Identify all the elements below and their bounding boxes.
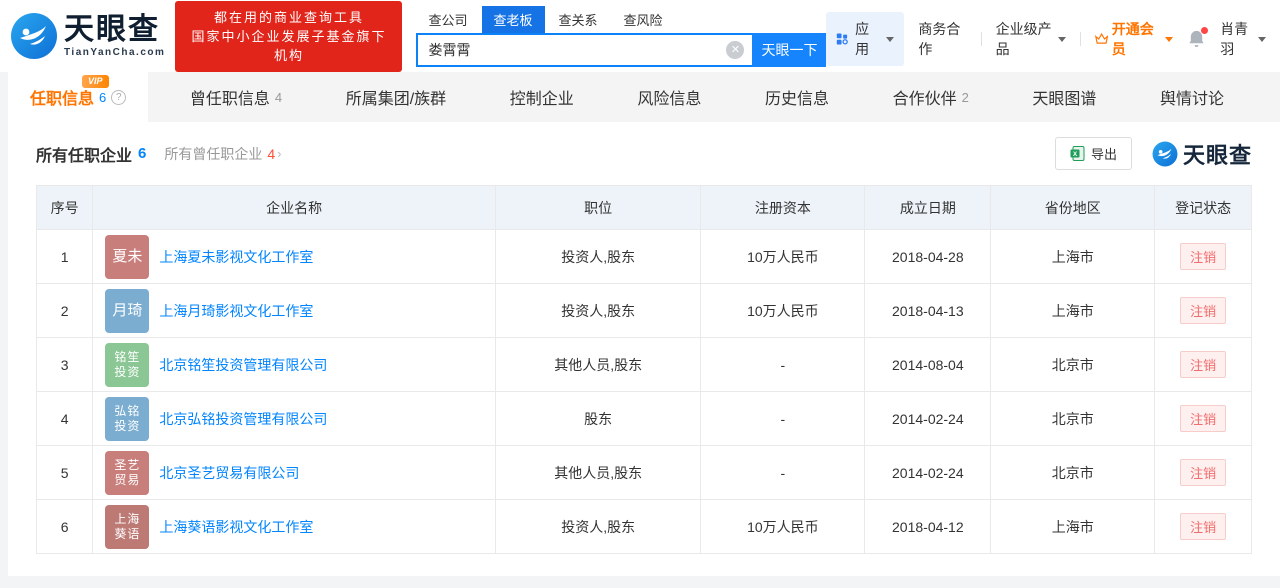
tab-controlled-companies[interactable]: 控制企业 — [488, 72, 596, 122]
chevron-down-icon — [1165, 36, 1174, 42]
status-badge: 注销 — [1180, 513, 1227, 540]
status-badge: 注销 — [1180, 405, 1227, 432]
tianyancha-logo-icon — [11, 13, 57, 59]
tianyancha-watermark-icon — [1152, 141, 1178, 166]
divider — [1079, 32, 1081, 46]
profile-tabbar: VIP 任职信息 6 ? 曾任职信息 4 所属集团/族群 控制企业 风险信息 历史信… — [8, 72, 1280, 122]
search-tabs: 查公司 查老板 查关系 查风险 — [416, 5, 826, 33]
past-companies-link[interactable]: 所有曾任职企业 4 › — [164, 144, 281, 164]
notification-dot — [1201, 27, 1209, 34]
username: 肖青羽 — [1220, 21, 1249, 57]
tab-past-positions[interactable]: 曾任职信息 4 — [168, 72, 304, 122]
tab-group-cluster[interactable]: 所属集团/族群 — [324, 72, 468, 122]
company-link[interactable]: 上海葵语影视文化工作室 — [159, 517, 313, 537]
company-logo[interactable]: 铭笙 投资 — [105, 342, 150, 387]
col-capital: 注册资本 — [700, 185, 865, 230]
content-shell: VIP 任职信息 6 ? 曾任职信息 4 所属集团/族群 控制企业 风险信息 历史信… — [8, 72, 1280, 576]
company-link[interactable]: 北京弘铭投资管理有限公司 — [159, 409, 327, 429]
company-link[interactable]: 上海月琦影视文化工作室 — [159, 301, 313, 321]
svg-text:X: X — [1073, 151, 1078, 158]
search-tab-risk[interactable]: 查风险 — [612, 6, 675, 33]
chevron-down-icon — [886, 36, 895, 42]
table-row: 2 月琦 上海月琦影视文化工作室 投资人,股东 10万人民币 2018-04-1… — [36, 283, 1252, 338]
company-logo[interactable]: 弘铭 投资 — [105, 396, 150, 441]
chevron-down-icon — [1258, 36, 1266, 42]
tab-graph[interactable]: 天眼图谱 — [1010, 72, 1118, 122]
positions-table-wrap: 序号 企业名称 职位 注册资本 成立日期 省份地区 登记状态 1 夏未 上海夏未… — [8, 182, 1280, 576]
company-logo[interactable]: 上海 葵语 — [105, 504, 150, 549]
crown-icon — [1094, 32, 1108, 44]
tab-risk-info[interactable]: 风险信息 — [615, 72, 723, 122]
tab-history-info[interactable]: 历史信息 — [743, 72, 851, 122]
export-button[interactable]: X 导出 — [1054, 137, 1132, 170]
nav-open-vip[interactable]: 开通会员 — [1094, 19, 1174, 59]
col-status: 登记状态 — [1154, 185, 1252, 230]
tab-partners[interactable]: 合作伙伴 2 — [871, 72, 991, 122]
positions-table: 序号 企业名称 职位 注册资本 成立日期 省份地区 登记状态 1 夏未 上海夏未… — [36, 185, 1252, 554]
company-logo[interactable]: 圣艺 贸易 — [105, 450, 150, 495]
company-logo[interactable]: 夏未 — [105, 234, 150, 279]
table-header-row: 序号 企业名称 职位 注册资本 成立日期 省份地区 登记状态 — [36, 185, 1252, 230]
brand-name: 天眼查 — [64, 12, 160, 46]
search-area: 查公司 查老板 查关系 查风险 ✕ 天眼一下 — [416, 5, 827, 67]
section-count: 6 — [138, 145, 147, 162]
nav-enterprise-products[interactable]: 企业级产品 — [996, 19, 1066, 59]
table-row: 6 上海 葵语 上海葵语影视文化工作室 投资人,股东 10万人民币 2018-04… — [36, 499, 1252, 554]
search-tab-company[interactable]: 查公司 — [416, 6, 479, 33]
divider — [980, 32, 982, 46]
notifications-bell[interactable] — [1187, 27, 1209, 49]
status-badge: 注销 — [1180, 459, 1227, 486]
top-header: 天眼查 TianYanCha.com 都在用的商业查询工具 国家中小企业发展子基… — [0, 0, 1280, 72]
table-row: 1 夏未 上海夏未影视文化工作室 投资人,股东 10万人民币 2018-04-2… — [36, 229, 1252, 284]
status-badge: 注销 — [1180, 351, 1227, 378]
watermark-logo: 天眼查 — [1152, 138, 1252, 170]
table-row: 5 圣艺 贸易 北京圣艺贸易有限公司 其他人员,股东 - 2014-02-24 北… — [36, 445, 1252, 500]
tianyancha-logo[interactable]: 天眼查 TianYanCha.com — [10, 12, 165, 60]
tab-public-opinion[interactable]: 舆情讨论 — [1138, 72, 1246, 122]
status-badge: 注销 — [1180, 297, 1227, 324]
col-company: 企业名称 — [92, 185, 496, 230]
table-row: 4 弘铭 投资 北京弘铭投资管理有限公司 股东 - 2014-02-24 北京市 … — [36, 391, 1252, 446]
promo-banner: 都在用的商业查询工具 国家中小企业发展子基金旗下机构 — [175, 0, 403, 72]
top-nav: 应用 商务合作 企业级产品 开通会员 肖青羽 — [826, 12, 1266, 66]
apps-label: 应用 — [855, 21, 870, 57]
chevron-down-icon — [1057, 36, 1066, 42]
section-title: 所有任职企业 — [36, 147, 133, 165]
search-button[interactable]: 天眼一下 — [752, 32, 827, 67]
company-link[interactable]: 上海夏未影视文化工作室 — [159, 247, 313, 267]
user-menu[interactable]: 肖青羽 — [1220, 19, 1266, 59]
search-tab-relation[interactable]: 查关系 — [547, 6, 610, 33]
help-icon[interactable]: ? — [111, 89, 127, 105]
col-date: 成立日期 — [864, 185, 991, 230]
tab-current-positions[interactable]: VIP 任职信息 6 ? — [8, 72, 149, 122]
company-logo[interactable]: 月琦 — [105, 288, 150, 333]
col-region: 省份地区 — [990, 185, 1155, 230]
search-tab-boss[interactable]: 查老板 — [481, 5, 545, 33]
apps-grid-icon — [837, 33, 849, 45]
chevron-right-icon: › — [277, 146, 282, 161]
excel-icon: X — [1070, 146, 1085, 161]
col-position: 职位 — [494, 185, 701, 230]
section-header: 所有任职企业 6 所有曾任职企业 4 › X 导出 天眼查 — [8, 122, 1280, 182]
nav-business-cooperation[interactable]: 商务合作 — [918, 19, 966, 59]
status-badge: 注销 — [1180, 243, 1227, 270]
col-no: 序号 — [36, 185, 93, 230]
company-link[interactable]: 北京铭笙投资管理有限公司 — [159, 355, 327, 375]
apps-menu-button[interactable]: 应用 — [826, 12, 905, 66]
vip-badge: VIP — [82, 75, 109, 88]
search-input[interactable] — [416, 32, 753, 67]
table-row: 3 铭笙 投资 北京铭笙投资管理有限公司 其他人员,股东 - 2014-08-04… — [36, 337, 1252, 392]
company-link[interactable]: 北京圣艺贸易有限公司 — [159, 463, 299, 483]
clear-search-icon[interactable]: ✕ — [726, 40, 745, 59]
brand-domain: TianYanCha.com — [64, 46, 166, 58]
